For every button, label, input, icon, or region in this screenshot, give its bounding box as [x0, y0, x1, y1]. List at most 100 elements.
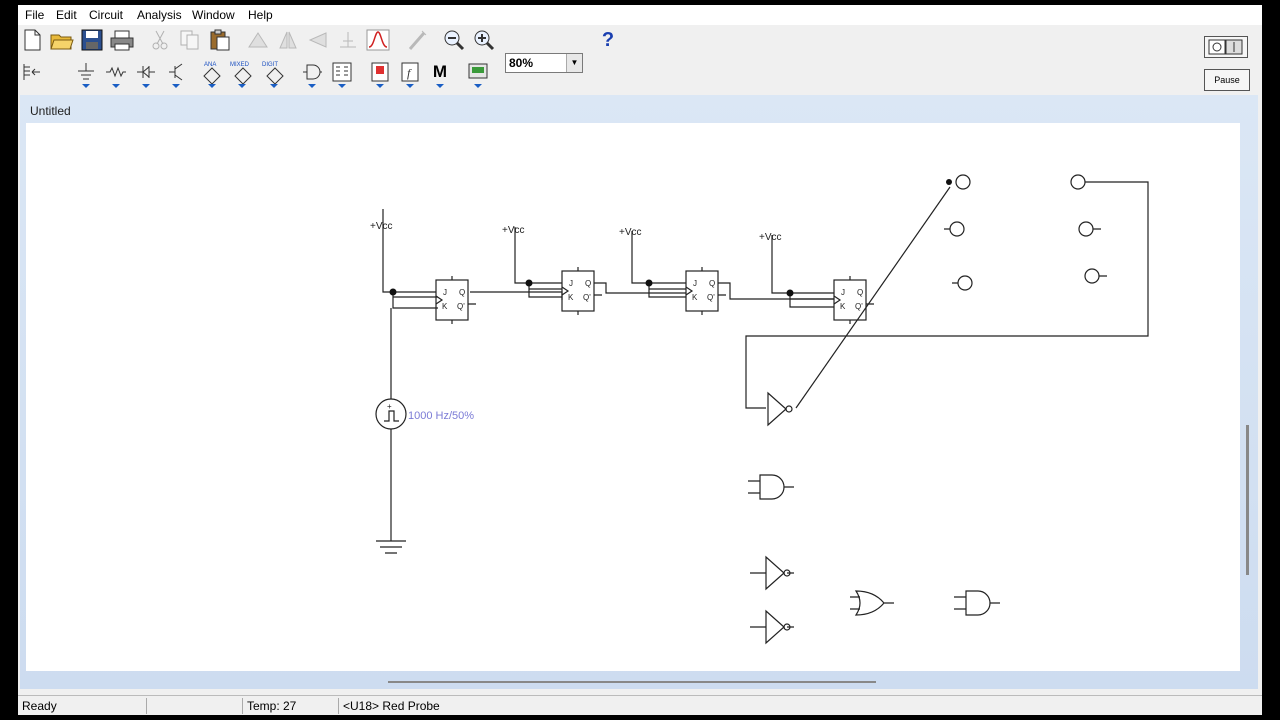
analog-ics-bin-button[interactable]: ANA	[200, 60, 224, 88]
open-button[interactable]	[50, 28, 74, 52]
new-file-button[interactable]	[20, 28, 44, 52]
logic-gates-bin-button[interactable]	[300, 60, 324, 88]
wand-icon	[408, 30, 427, 50]
menu-analysis[interactable]: Analysis	[137, 8, 182, 22]
probe-2[interactable]	[949, 221, 965, 237]
and-gate-2[interactable]	[954, 590, 1000, 616]
mixed-ics-bin-button[interactable]: MIXED	[230, 60, 254, 88]
help-button[interactable]: ?	[596, 28, 620, 52]
print-button[interactable]	[110, 28, 134, 52]
ff4-j-label: J	[841, 288, 845, 297]
zoom-in-icon	[474, 30, 495, 51]
status-bar: Ready Temp: 27 <U18> Red Probe	[18, 695, 1262, 715]
feedback-wire	[745, 181, 1149, 409]
printer-icon	[110, 30, 134, 51]
junction-5	[946, 179, 952, 185]
sources-bin-button[interactable]	[74, 60, 98, 88]
parts-toolbar: ANA MIXED DIGIT f M	[18, 60, 1262, 90]
buffer-gate-3[interactable]	[750, 609, 794, 645]
zoom-out-button[interactable]	[442, 28, 466, 52]
menu-bar: File Edit Circuit Analysis Window Help	[18, 5, 1262, 25]
diagonal-wire	[795, 186, 951, 409]
transistor-icon	[169, 63, 183, 81]
flipflop-2[interactable]	[561, 270, 595, 312]
copy-button[interactable]	[178, 28, 202, 52]
scissors-icon	[152, 30, 168, 50]
resistor-icon	[106, 66, 126, 78]
indicators-bin-button[interactable]	[368, 60, 392, 88]
vcc-label-1: +Vcc	[370, 221, 393, 232]
menu-help[interactable]: Help	[248, 8, 273, 22]
vertical-scrollbar[interactable]	[1246, 425, 1249, 575]
menu-edit[interactable]: Edit	[56, 8, 77, 22]
component-properties-icon	[340, 32, 356, 48]
component-properties-button[interactable]	[336, 28, 360, 52]
instrument-icon	[468, 63, 488, 79]
probe-1[interactable]	[955, 174, 971, 190]
help-icon: ?	[601, 28, 615, 51]
instruments-bin-button[interactable]	[466, 60, 490, 88]
probe-button[interactable]	[406, 28, 430, 52]
vcc-label-4: +Vcc	[759, 232, 782, 243]
probe-4[interactable]	[1070, 174, 1086, 190]
q1-to-clk2	[470, 291, 563, 300]
rotate-button[interactable]	[246, 28, 270, 52]
diodes-bin-button[interactable]	[134, 60, 158, 88]
miscellaneous-bin-button[interactable]: M	[428, 60, 452, 88]
save-button[interactable]	[80, 28, 104, 52]
q2-to-clk3	[594, 282, 686, 294]
status-selected-part: <U18> Red Probe	[338, 698, 543, 714]
rotate-icon	[248, 32, 268, 48]
buffer-gate-2[interactable]	[750, 555, 794, 591]
menu-window[interactable]: Window	[192, 8, 235, 22]
basic-bin-button[interactable]	[104, 60, 128, 88]
flipflop-3[interactable]	[685, 270, 719, 312]
new-file-icon	[24, 29, 41, 51]
horizontal-scrollbar[interactable]	[388, 681, 876, 683]
digital-block-icon	[332, 62, 352, 82]
buffer-gate-1[interactable]	[767, 391, 787, 427]
flipflop-1[interactable]	[435, 279, 469, 321]
ff2-k-label: K	[568, 293, 574, 302]
menu-circuit[interactable]: Circuit	[89, 8, 123, 22]
digital-bin-button[interactable]	[330, 60, 354, 88]
schematic: +Vcc +Vcc +Vcc +Vcc J Q K Q' J Q K Q' J …	[370, 174, 1149, 645]
jk-wires-ff3	[648, 283, 686, 298]
analysis-graphs-button[interactable]	[366, 28, 390, 52]
paste-button[interactable]	[208, 28, 232, 52]
jk-wires-ff2	[528, 283, 562, 298]
document-title: Untitled	[30, 104, 71, 118]
clipboard-icon	[210, 29, 230, 51]
ff3-q-label: Q	[709, 279, 715, 288]
status-ready: Ready	[22, 699, 57, 713]
probe-3[interactable]	[957, 275, 973, 291]
clock-plus-label: +	[387, 402, 392, 411]
pause-button[interactable]: Pause	[1204, 69, 1250, 91]
probe-6[interactable]	[1084, 268, 1100, 284]
circuit-canvas[interactable]: +Vcc +Vcc +Vcc +Vcc J Q K Q' J Q K Q' J …	[26, 123, 1240, 671]
flip-horizontal-button[interactable]	[276, 28, 300, 52]
or-gate[interactable]	[850, 590, 894, 616]
power-switch-icon	[1208, 39, 1243, 55]
ff4-qn-label: Q'	[855, 302, 863, 311]
controls-bin-button[interactable]: f	[398, 60, 422, 88]
transistors-bin-button[interactable]	[164, 60, 188, 88]
misc-icon: M	[432, 62, 448, 81]
zoom-in-button[interactable]	[472, 28, 496, 52]
status-temp: Temp: 27	[242, 698, 339, 714]
cut-button[interactable]	[148, 28, 172, 52]
power-switch[interactable]	[1204, 36, 1248, 58]
square-wave-icon	[384, 410, 399, 422]
digital-ics-bin-button[interactable]: DIGIT	[262, 60, 286, 88]
junction-4	[786, 289, 794, 297]
ground-symbol[interactable]	[376, 540, 406, 554]
and-gate-1[interactable]	[748, 474, 794, 500]
vcc-label-3: +Vcc	[619, 227, 642, 238]
vcc-label-2: +Vcc	[502, 225, 525, 236]
ff2-q-label: Q	[585, 279, 591, 288]
favorites-bin-button[interactable]	[20, 60, 44, 84]
flip-horizontal-icon	[279, 31, 297, 49]
probe-5[interactable]	[1078, 221, 1094, 237]
flip-vertical-button[interactable]	[306, 28, 330, 52]
menu-file[interactable]: File	[25, 8, 44, 22]
